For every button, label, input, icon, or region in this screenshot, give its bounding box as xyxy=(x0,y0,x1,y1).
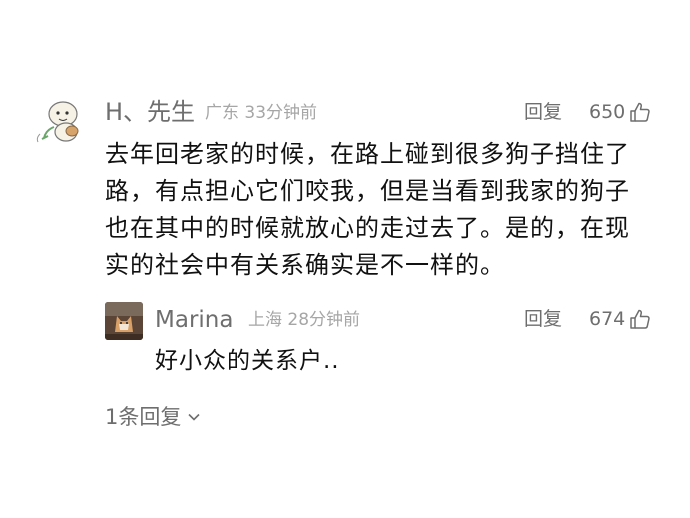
replies-count-label: 1条回复 xyxy=(105,405,182,429)
username[interactable]: Marina xyxy=(155,304,233,336)
comment-meta: 广东 33分钟前 xyxy=(205,100,317,126)
location: 广东 xyxy=(205,103,239,123)
reply-button[interactable]: 回复 xyxy=(524,305,562,333)
thumbs-up-icon xyxy=(630,102,650,122)
avatar[interactable] xyxy=(105,302,143,340)
view-replies-button[interactable]: 1条回复 xyxy=(105,402,201,432)
timestamp: 33分钟前 xyxy=(244,103,318,123)
comment-text: 去年回老家的时候，在路上碰到很多狗子挡住了路，有点担心它们咬我，但是当看到我家的… xyxy=(105,140,630,279)
chevron-down-icon xyxy=(188,413,200,421)
like-button[interactable]: 650 xyxy=(589,98,652,126)
location: 上海 xyxy=(248,310,282,330)
reply-button[interactable]: 回复 xyxy=(524,98,562,126)
username[interactable]: H、先生 xyxy=(105,96,195,128)
reply-meta: 上海 28分钟前 xyxy=(248,307,360,333)
cat-photo-avatar-icon xyxy=(105,302,143,340)
like-button[interactable]: 674 xyxy=(589,305,652,333)
reply-item: Marina 上海 28分钟前 回复 674 好小众的关系户.. xyxy=(105,302,665,382)
like-count: 674 xyxy=(589,308,626,330)
cartoon-avatar-icon xyxy=(36,101,79,143)
like-count: 650 xyxy=(589,101,626,123)
avatar[interactable] xyxy=(36,94,90,148)
timestamp: 28分钟前 xyxy=(287,310,361,330)
reply-text: 好小众的关系户.. xyxy=(155,348,340,374)
thumbs-up-icon xyxy=(630,309,650,329)
comment-header: H、先生 广东 33分钟前 回复 650 xyxy=(105,96,665,128)
